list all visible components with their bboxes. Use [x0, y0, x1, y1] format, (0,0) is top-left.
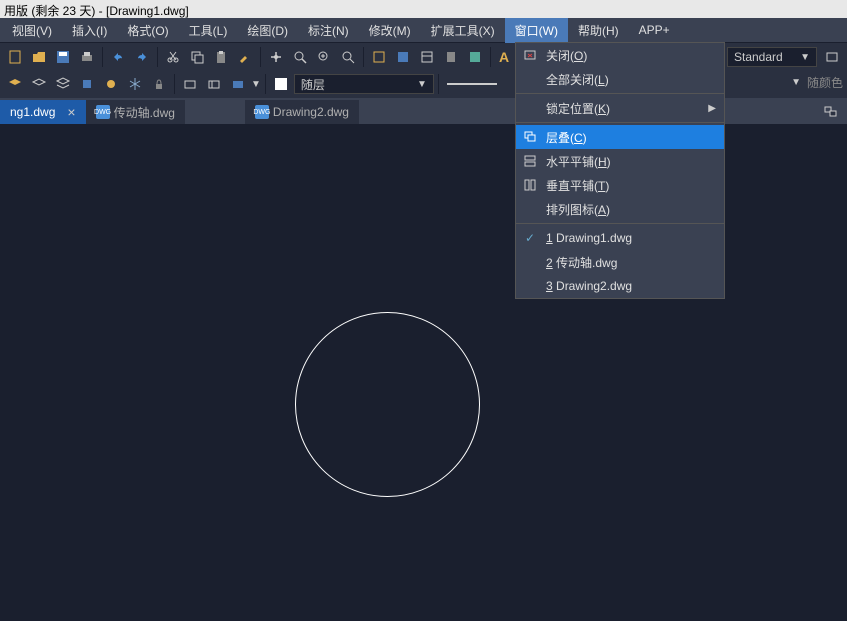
dim-style-label: Standard — [734, 50, 783, 64]
menu-format[interactable]: 格式(O) — [117, 18, 178, 43]
menu-tile-vertical[interactable]: 垂直平铺(T) — [516, 173, 724, 197]
toolpalette-icon[interactable] — [416, 46, 438, 68]
layer-icon[interactable] — [4, 73, 26, 95]
menu-window[interactable]: 窗口(W) — [505, 18, 568, 43]
layer-state-icon[interactable] — [52, 73, 74, 95]
layer-iso-icon[interactable] — [76, 73, 98, 95]
dropdown-arrow-icon[interactable]: ▼ — [251, 79, 261, 90]
copy-icon[interactable] — [186, 46, 208, 68]
layer-combo[interactable]: 随层 ▼ — [294, 74, 434, 94]
dim-style-combo[interactable]: Standard ▼ — [727, 47, 817, 67]
close-window-icon — [522, 47, 538, 63]
submenu-arrow-icon: ▶ — [708, 103, 716, 114]
palette-icon[interactable] — [464, 46, 486, 68]
color-swatch-icon[interactable] — [270, 73, 292, 95]
tab-drawing2[interactable]: DWG Drawing2.dwg — [245, 100, 359, 124]
save-icon[interactable] — [52, 46, 74, 68]
layer-lock-icon[interactable] — [148, 73, 170, 95]
zoom-window-icon[interactable] — [313, 46, 335, 68]
menu-extension[interactable]: 扩展工具(X) — [421, 18, 505, 43]
calc-icon[interactable] — [440, 46, 462, 68]
lineweight-preview — [447, 83, 497, 85]
redo-icon[interactable] — [131, 46, 153, 68]
menu-cascade[interactable]: 层叠(C) — [516, 125, 724, 149]
paste-icon[interactable] — [210, 46, 232, 68]
menu-bar: 视图(V) 插入(I) 格式(O) 工具(L) 绘图(D) 标注(N) 修改(M… — [0, 18, 847, 42]
color-label: 随颜色 — [807, 74, 843, 91]
dwg-icon: DWG — [96, 105, 110, 119]
tab-overflow-icon[interactable] — [815, 100, 847, 124]
layer-freeze-icon[interactable] — [124, 73, 146, 95]
menu-modify[interactable]: 修改(M) — [359, 18, 421, 43]
window-menu-dropdown: 关闭(O) 全部关闭(L) 锁定位置(K) ▶ 层叠(C) 水平平铺(H) 垂直… — [515, 42, 725, 299]
menu-doc-3[interactable]: 3 Drawing2.dwg — [516, 274, 724, 298]
block-icon-3[interactable] — [227, 73, 249, 95]
menu-close[interactable]: 关闭(O) — [516, 43, 724, 67]
tile-h-icon — [522, 153, 538, 169]
zoom-icon[interactable] — [289, 46, 311, 68]
text-style-icon[interactable]: A — [499, 49, 509, 65]
menu-tools[interactable]: 工具(L) — [179, 18, 238, 43]
block-icon-1[interactable] — [179, 73, 201, 95]
tab-label: 传动轴.dwg — [114, 104, 175, 121]
dwg-icon: DWG — [255, 105, 269, 119]
tile-v-icon — [522, 177, 538, 193]
tab-drawing1[interactable]: ng1.dwg × — [0, 100, 86, 124]
tab-label: Drawing2.dwg — [273, 105, 349, 119]
menu-doc-1[interactable]: ✓ 1 Drawing1.dwg — [516, 226, 724, 250]
checkmark-icon: ✓ — [522, 230, 538, 246]
new-icon[interactable] — [4, 46, 26, 68]
menu-lock-position[interactable]: 锁定位置(K) ▶ — [516, 96, 724, 120]
match-icon[interactable] — [234, 46, 256, 68]
menu-close-all[interactable]: 全部关闭(L) — [516, 67, 724, 91]
close-icon[interactable]: × — [67, 104, 75, 120]
menu-doc-2[interactable]: 2 传动轴.dwg — [516, 250, 724, 274]
block-icon-2[interactable] — [203, 73, 225, 95]
cascade-icon — [522, 129, 538, 145]
title-bar: 用版 (剩余 23 天) - [Drawing1.dwg] — [0, 0, 847, 18]
pan-icon[interactable] — [265, 46, 287, 68]
circle-shape[interactable] — [295, 312, 480, 497]
layer-off-icon[interactable] — [100, 73, 122, 95]
menu-draw[interactable]: 绘图(D) — [237, 18, 298, 43]
properties-icon[interactable] — [368, 46, 390, 68]
color-dropdown-arrow[interactable]: ▼ — [791, 77, 801, 88]
menu-help[interactable]: 帮助(H) — [568, 18, 629, 43]
designcenter-icon[interactable] — [392, 46, 414, 68]
menu-annotate[interactable]: 标注(N) — [298, 18, 359, 43]
tab-chuandongzhou[interactable]: DWG 传动轴.dwg — [86, 100, 185, 124]
menu-app[interactable]: APP+ — [629, 19, 680, 41]
zoom-prev-icon[interactable] — [337, 46, 359, 68]
dim-update-icon[interactable] — [821, 46, 843, 68]
layer-combo-label: 随层 — [301, 76, 325, 93]
print-icon[interactable] — [76, 46, 98, 68]
layer-prev-icon[interactable] — [28, 73, 50, 95]
menu-insert[interactable]: 插入(I) — [62, 18, 117, 43]
menu-tile-horizontal[interactable]: 水平平铺(H) — [516, 149, 724, 173]
undo-icon[interactable] — [107, 46, 129, 68]
cut-icon[interactable] — [162, 46, 184, 68]
menu-view[interactable]: 视图(V) — [2, 18, 62, 43]
tab-label: ng1.dwg — [10, 105, 55, 119]
title-text: 用版 (剩余 23 天) - [Drawing1.dwg] — [4, 4, 189, 18]
open-icon[interactable] — [28, 46, 50, 68]
menu-arrange-icons[interactable]: 排列图标(A) — [516, 197, 724, 221]
